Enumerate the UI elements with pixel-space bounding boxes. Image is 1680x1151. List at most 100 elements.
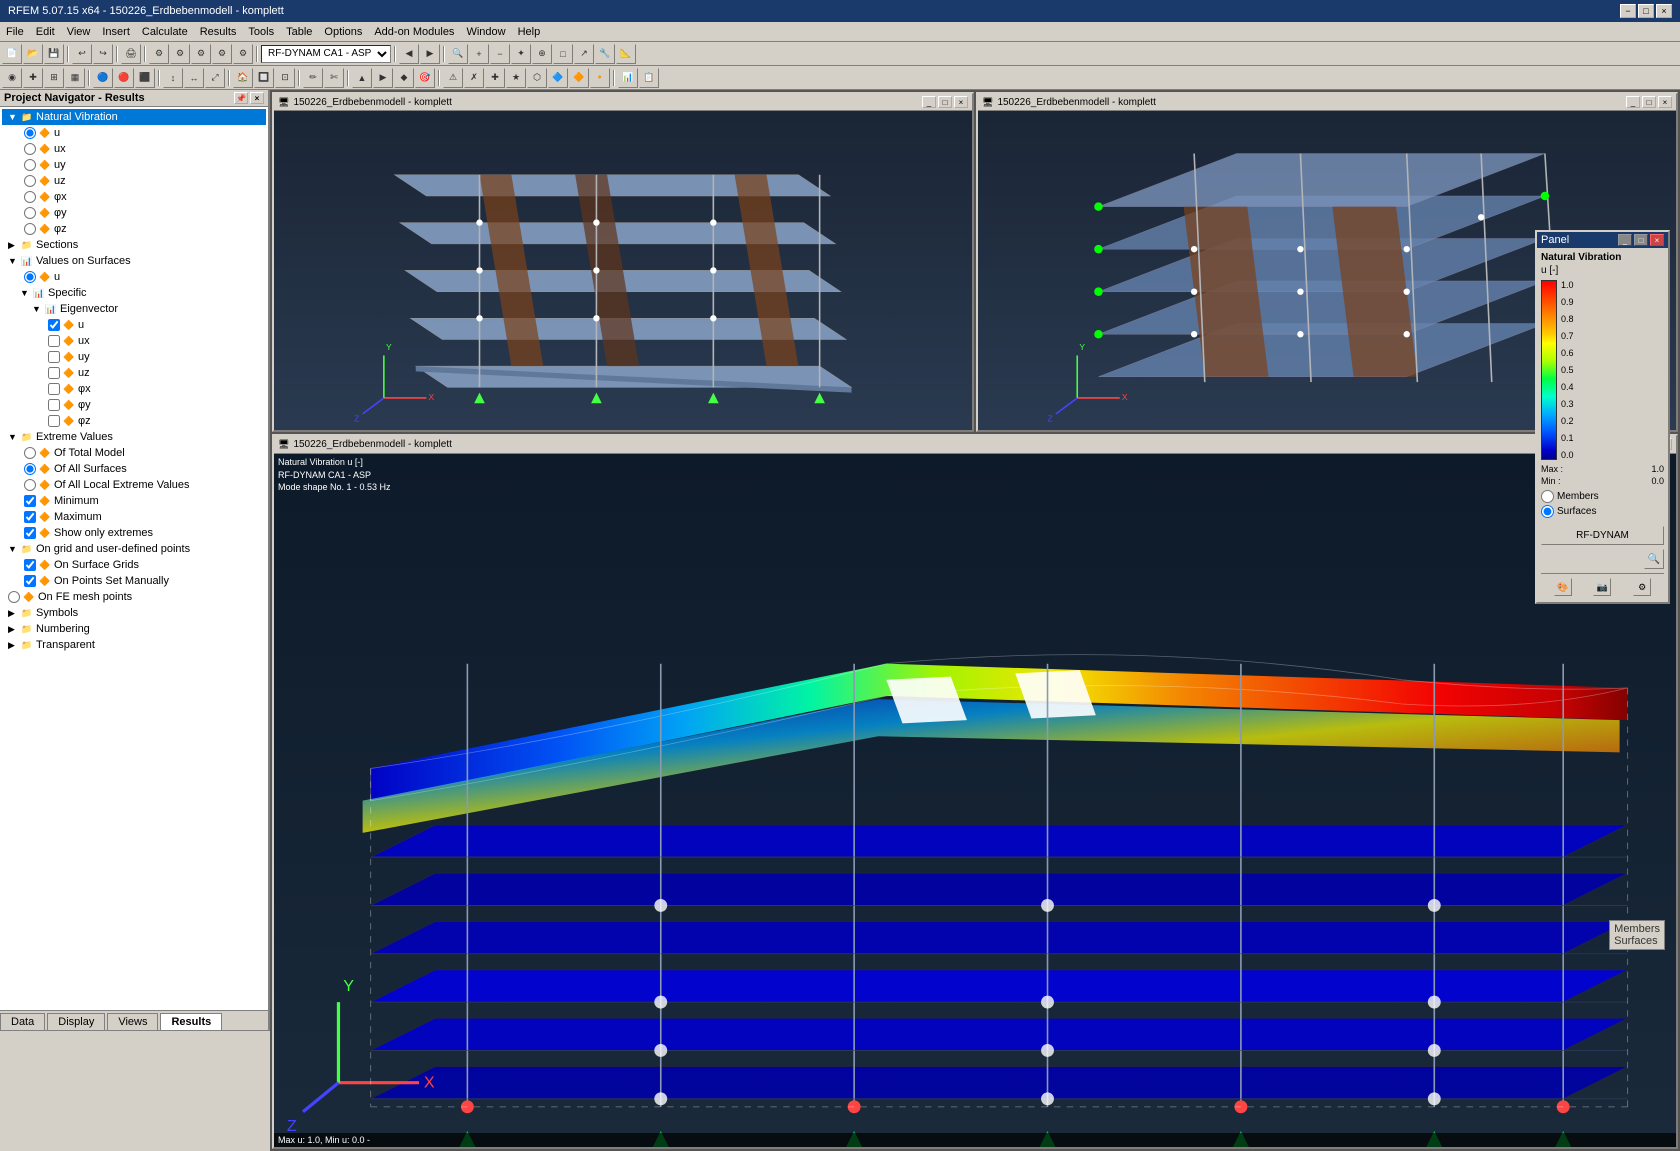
cb-surface-grids[interactable] — [24, 559, 36, 571]
tb14[interactable]: 📐 — [616, 44, 636, 64]
tree-minimum[interactable]: 🔶 Minimum — [2, 493, 266, 509]
menu-file[interactable]: File — [0, 24, 30, 40]
tb2-27[interactable]: 🔸 — [590, 68, 610, 88]
tree-oz[interactable]: 🔶 φz — [2, 221, 266, 237]
tree-total-model[interactable]: 🔶 Of Total Model — [2, 445, 266, 461]
tb2[interactable]: ⚙ — [170, 44, 190, 64]
tb2-23[interactable]: ★ — [506, 68, 526, 88]
tree-maximum[interactable]: 🔶 Maximum — [2, 509, 266, 525]
new-btn[interactable]: 📄 — [2, 44, 22, 64]
tb8[interactable]: − — [490, 44, 510, 64]
radio-surfaces[interactable] — [1541, 505, 1554, 518]
radio-oy[interactable] — [24, 207, 36, 219]
tb2-29[interactable]: 📋 — [639, 68, 659, 88]
tree-natural-vibration[interactable]: ▼ 📁 Natural Vibration — [2, 109, 266, 125]
tb2-4[interactable]: ▦ — [65, 68, 85, 88]
tb2-2[interactable]: ✚ — [23, 68, 43, 88]
tree-eigenvector[interactable]: ▼ 📊 Eigenvector — [2, 301, 266, 317]
tb13[interactable]: 🔧 — [595, 44, 615, 64]
expand-icon[interactable]: ▼ — [8, 256, 20, 266]
tree-uy[interactable]: 🔶 uy — [2, 157, 266, 173]
radio-fe-mesh[interactable] — [8, 591, 20, 603]
menu-tools[interactable]: Tools — [242, 24, 280, 40]
tb2-25[interactable]: 🔷 — [548, 68, 568, 88]
cb-points-manually[interactable] — [24, 575, 36, 587]
tree-transparent[interactable]: ▶ 📁 Transparent — [2, 637, 266, 653]
expand-eigenvector[interactable]: ▼ — [32, 304, 44, 314]
tree-oz2[interactable]: 🔶 φz — [2, 413, 266, 429]
open-btn[interactable]: 📂 — [23, 44, 43, 64]
expand-grid[interactable]: ▼ — [8, 544, 20, 554]
close-btn[interactable]: × — [1656, 4, 1672, 18]
tb2-20[interactable]: ⚠ — [443, 68, 463, 88]
tb2-1[interactable]: ◉ — [2, 68, 22, 88]
menu-calculate[interactable]: Calculate — [136, 24, 194, 40]
radio-oz[interactable] — [24, 223, 36, 235]
tb2-5[interactable]: 🔵 — [93, 68, 113, 88]
tb2-11[interactable]: 🏠 — [233, 68, 253, 88]
tb3[interactable]: ⚙ — [191, 44, 211, 64]
tree-u3[interactable]: 🔶 u — [2, 317, 266, 333]
radio-ux[interactable] — [24, 143, 36, 155]
camera-icon[interactable]: 📷 — [1593, 578, 1611, 596]
tree-u2[interactable]: 🔶 u — [2, 269, 266, 285]
tb2-21[interactable]: ✗ — [464, 68, 484, 88]
menu-insert[interactable]: Insert — [96, 24, 136, 40]
radio-u[interactable] — [24, 127, 36, 139]
tree-sections[interactable]: ▶ 📁 Sections — [2, 237, 266, 253]
tab-display[interactable]: Display — [47, 1013, 105, 1030]
tree-u[interactable]: 🔶 u — [2, 125, 266, 141]
tb2-16[interactable]: ▲ — [352, 68, 372, 88]
tb1[interactable]: ⚙ — [149, 44, 169, 64]
radio-total[interactable] — [24, 447, 36, 459]
radio-uy[interactable] — [24, 159, 36, 171]
cb-uz2[interactable] — [48, 367, 60, 379]
save-btn[interactable]: 💾 — [44, 44, 64, 64]
expand-transparent[interactable]: ▶ — [8, 640, 20, 651]
radio-ox[interactable] — [24, 191, 36, 203]
tb6[interactable]: 🔍 — [448, 44, 468, 64]
menu-options[interactable]: Options — [318, 24, 368, 40]
tb2-12[interactable]: 🔲 — [254, 68, 274, 88]
radio-local[interactable] — [24, 479, 36, 491]
radio-u2[interactable] — [24, 271, 36, 283]
tree-points-manually[interactable]: 🔶 On Points Set Manually — [2, 573, 266, 589]
minimize-btn[interactable]: − — [1620, 4, 1636, 18]
panel-radio-surfaces[interactable]: Surfaces — [1541, 505, 1664, 518]
tab-results[interactable]: Results — [160, 1013, 222, 1030]
rf-dynam-button[interactable]: RF-DYNAM — [1541, 526, 1664, 545]
tb12[interactable]: ↗ — [574, 44, 594, 64]
tb2-6[interactable]: 🔴 — [114, 68, 134, 88]
view-tr-minimize[interactable]: _ — [1626, 96, 1640, 108]
expand-sections[interactable]: ▶ — [8, 240, 20, 251]
cb-oz2[interactable] — [48, 415, 60, 427]
panel-minimize-btn[interactable]: _ — [1618, 234, 1632, 246]
radio-uz[interactable] — [24, 175, 36, 187]
redo-btn[interactable]: ↪ — [93, 44, 113, 64]
expand-specific[interactable]: ▼ — [20, 288, 32, 298]
cb-oy2[interactable] — [48, 399, 60, 411]
tree-ox2[interactable]: 🔶 φx — [2, 381, 266, 397]
tab-data[interactable]: Data — [0, 1013, 45, 1030]
tree-fe-mesh[interactable]: 🔶 On FE mesh points — [2, 589, 266, 605]
tree-grid-user[interactable]: ▼ 📁 On grid and user-defined points — [2, 541, 266, 557]
expand-symbols[interactable]: ▶ — [8, 608, 20, 619]
tree-oy2[interactable]: 🔶 φy — [2, 397, 266, 413]
toolbar-combo[interactable]: RF-DYNAM CA1 - ASP — [261, 45, 391, 63]
search-panel-icon[interactable]: 🔍 — [1644, 549, 1664, 569]
maximize-btn[interactable]: □ — [1638, 4, 1654, 18]
expand-icon[interactable]: ▼ — [8, 112, 20, 122]
menu-addon[interactable]: Add-on Modules — [368, 24, 460, 40]
cb-minimum[interactable] — [24, 495, 36, 507]
panel-close-btn[interactable]: × — [1650, 234, 1664, 246]
tree-values-surfaces[interactable]: ▼ 📊 Values on Surfaces — [2, 253, 266, 269]
tb2-13[interactable]: ⊡ — [275, 68, 295, 88]
tree-symbols[interactable]: ▶ 📁 Symbols — [2, 605, 266, 621]
tree-local-extreme[interactable]: 🔶 Of All Local Extreme Values — [2, 477, 266, 493]
tb5[interactable]: ⚙ — [233, 44, 253, 64]
menu-edit[interactable]: Edit — [30, 24, 61, 40]
radio-members[interactable] — [1541, 490, 1554, 503]
tree-uz2[interactable]: 🔶 uz — [2, 365, 266, 381]
tree-uy2[interactable]: 🔶 uy — [2, 349, 266, 365]
panel-radio-members[interactable]: Members — [1541, 490, 1664, 503]
